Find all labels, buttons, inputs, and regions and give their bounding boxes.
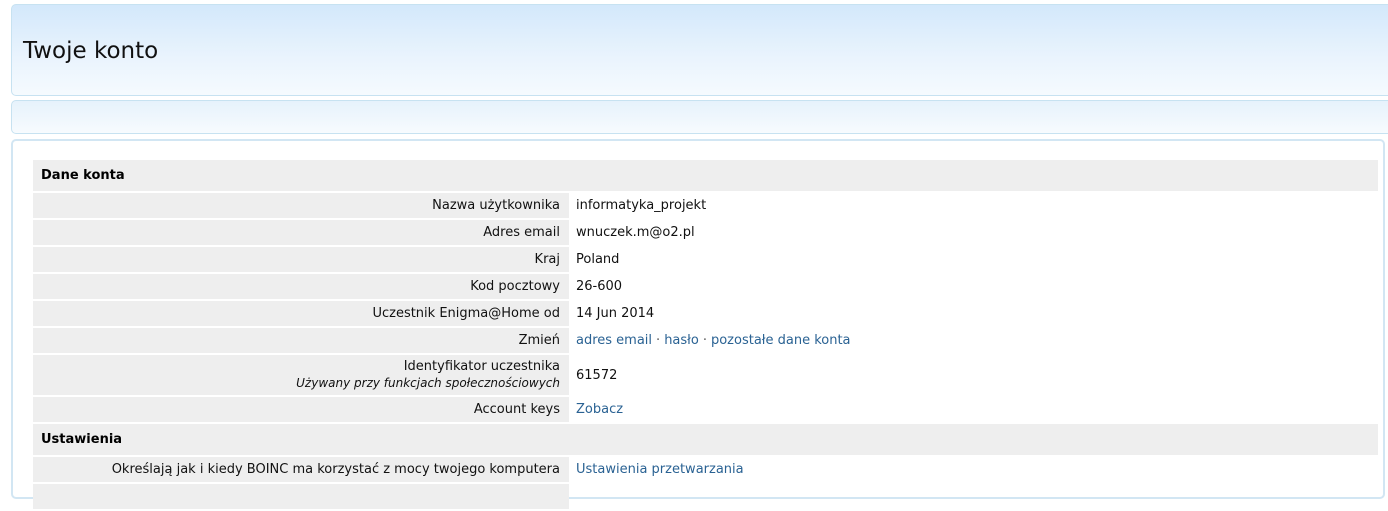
member-since-value: 14 Jun 2014 [576,306,655,321]
change-links: adres email · hasło · pozostałe dane konta [569,328,1378,353]
table-row-partial [33,484,1378,509]
row-label: Adres email [33,220,569,245]
row-label: Określają jak i kiedy BOINC ma korzystać… [33,457,569,482]
account-keys-link[interactable]: Zobacz [576,402,623,417]
country-value: Poland [576,252,620,267]
table-row-username: Nazwa użytkownika informatyka_projekt [33,193,1378,218]
change-password-link[interactable]: hasło [664,333,699,348]
row-label: Uczestnik Enigma@Home od [33,301,569,326]
section-title: Dane konta [33,160,1378,191]
row-label: Nazwa użytkownika [33,193,569,218]
computing-prefs-link[interactable]: Ustawienia przetwarzania [576,462,744,477]
section-header-account: Dane konta [33,160,1378,191]
page-title: Twoje konto [23,38,159,64]
section-title: Ustawienia [33,424,1378,455]
table-row-change: Zmień adres email · hasło · pozostałe dane k… [33,328,1378,353]
account-keys-cell: Zobacz [569,397,1378,422]
row-label [33,484,569,509]
email-value: wnuczek.m@o2.pl [576,225,695,240]
username-value: informatyka_projekt [576,198,707,213]
table-row-email: Adres email wnuczek.m@o2.pl [33,220,1378,245]
nav-bar [11,100,1388,134]
separator: · [702,333,707,348]
row-value [569,484,1378,509]
postal-value: 26-600 [576,279,623,294]
page-header: Twoje konto [11,4,1388,96]
user-id-label: Identyfikator uczestnika [403,359,560,374]
separator: · [656,333,661,348]
change-email-link[interactable]: adres email [576,333,652,348]
row-label: Kod pocztowy [33,274,569,299]
table-row-member-since: Uczestnik Enigma@Home od 14 Jun 2014 [33,301,1378,326]
user-id-sublabel: Używany przy funkcjach społecznościowych [296,376,560,390]
table-row-country: Kraj Poland [33,247,1378,272]
account-table: Dane konta Nazwa użytkownika informatyka… [33,158,1378,511]
section-header-settings: Ustawienia [33,424,1378,455]
user-id-value: 61572 [576,367,618,383]
table-row-account-keys: Account keys Zobacz [33,397,1378,422]
table-row-postal: Kod pocztowy 26-600 [33,274,1378,299]
table-row-computing: Określają jak i kiedy BOINC ma korzystać… [33,457,1378,482]
row-label: Account keys [33,397,569,422]
computing-cell: Ustawienia przetwarzania [569,457,1378,482]
row-label: Zmień [33,328,569,353]
row-label: Kraj [33,247,569,272]
table-row-user-id: Identyfikator uczestnika Używany przy fu… [33,355,1378,395]
change-other-link[interactable]: pozostałe dane konta [711,333,851,348]
row-label: Identyfikator uczestnika Używany przy fu… [33,355,569,395]
